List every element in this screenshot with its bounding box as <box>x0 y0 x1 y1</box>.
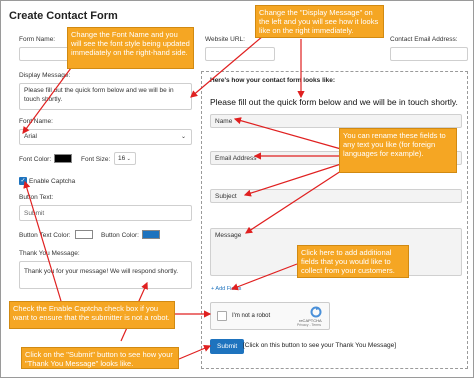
chevron-down-icon: ⌄ <box>180 134 186 140</box>
recaptcha-terms: Privacy - Terms <box>297 323 322 327</box>
font-size-select[interactable]: 16 ⌄ <box>114 152 136 165</box>
form-name-input[interactable] <box>19 47 69 61</box>
submit-note: [Click on this button to see your Thank … <box>243 342 397 349</box>
font-color-label: Font Color: <box>19 156 52 163</box>
preview-heading: Here's how your contact form looks like: <box>210 77 336 84</box>
callout-add-fields: Click here to add additional fields that… <box>297 245 409 278</box>
page-title: Create Contact Form <box>9 10 118 22</box>
preview-submit-button[interactable]: Submit <box>210 339 245 354</box>
font-name-label: Font Name: <box>19 118 53 125</box>
font-color-swatch[interactable] <box>54 154 72 163</box>
callout-font-name: Change the Font Name and you will see th… <box>67 27 194 69</box>
callout-rename-fields: You can rename these fields to any text … <box>339 128 457 173</box>
contact-email-input[interactable] <box>390 47 468 61</box>
display-message-label: Display Message: <box>19 72 71 79</box>
callout-display-message: Change the "Display Message" on the left… <box>255 5 384 38</box>
preview-message: Please fill out the quick form below and… <box>210 97 458 107</box>
recaptcha-checkbox[interactable] <box>217 311 227 321</box>
screenshot-frame: Create Contact Form Form Name: Website U… <box>0 0 474 378</box>
website-url-label: Website URL: <box>205 36 245 43</box>
form-name-label: Form Name: <box>19 36 56 43</box>
font-size-label: Font Size: <box>81 156 111 163</box>
enable-captcha-checkbox[interactable]: ✓ <box>19 177 27 185</box>
button-color-label: Button Color: <box>101 232 139 239</box>
display-message-textarea[interactable]: Please fill out the quick form below and… <box>19 83 192 110</box>
callout-captcha: Check the Enable Captcha check box if yo… <box>9 301 175 329</box>
button-color-swatch[interactable] <box>142 230 160 239</box>
thank-you-label: Thank You Message: <box>19 250 80 257</box>
font-name-select[interactable]: Arial ⌄ <box>19 129 192 145</box>
website-url-input[interactable] <box>205 47 275 61</box>
contact-email-label: Contact Email Address: <box>390 36 458 43</box>
preview-field-name[interactable]: Name <box>210 114 462 128</box>
recaptcha-label: I'm not a robot <box>232 313 271 319</box>
enable-captcha-label: Enable Captcha <box>29 178 76 185</box>
font-name-value: Arial <box>24 133 38 140</box>
add-fields-link[interactable]: + Add Fields <box>211 286 241 292</box>
button-text-color-label: Button Text Color: <box>19 232 71 239</box>
button-text-color-swatch[interactable] <box>75 230 93 239</box>
button-text-input[interactable]: Submit <box>19 205 192 221</box>
recaptcha-widget[interactable]: I'm not a robot reCAPTCHA Privacy - Term… <box>210 302 330 330</box>
callout-submit: Click on the "Submit" button to see how … <box>21 347 179 369</box>
button-text-label: Button Text: <box>19 194 54 201</box>
recaptcha-logo-icon <box>306 305 326 318</box>
preview-field-subject[interactable]: Subject <box>210 189 462 203</box>
thank-you-textarea[interactable]: Thank you for your message! We will resp… <box>19 261 192 289</box>
